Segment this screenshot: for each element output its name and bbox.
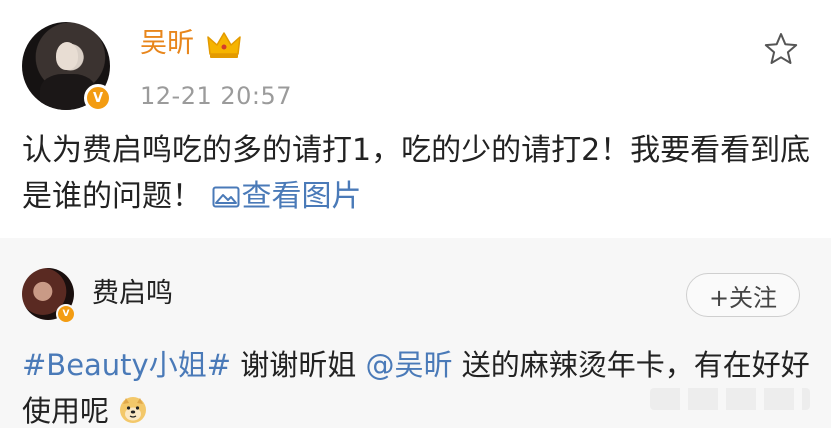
- image-icon: [212, 186, 240, 208]
- repost-text-a: 谢谢昕姐: [231, 348, 366, 382]
- reposted-card[interactable]: V 费启鸣 +关注 #Beauty小姐# 谢谢昕姐 @吴昕 送的麻辣烫年卡，有在…: [0, 238, 831, 428]
- watermark: [650, 388, 810, 410]
- repost-author-username[interactable]: 费启鸣: [92, 276, 173, 312]
- repost-verified-badge-icon: V: [56, 304, 76, 324]
- author-avatar[interactable]: V: [22, 22, 112, 112]
- post-timestamp: 12-21 20:57: [140, 82, 293, 110]
- post-content: 认为费启鸣吃的多的请打1，吃的少的请打2！我要看看到底是谁的问题！ 查看图片: [22, 128, 812, 220]
- doge-emoji-icon: [120, 397, 147, 423]
- view-image-link[interactable]: 查看图片: [212, 179, 362, 214]
- view-image-label: 查看图片: [241, 179, 362, 214]
- follow-button[interactable]: +关注: [686, 273, 800, 317]
- star-icon[interactable]: [762, 30, 800, 68]
- verified-badge-icon: V: [84, 84, 112, 112]
- topic-hashtag-link[interactable]: #Beauty小姐#: [22, 348, 231, 382]
- post-body-text: 认为费启鸣吃的多的请打1，吃的少的请打2！我要看看到底是谁的问题！: [22, 133, 811, 214]
- author-username[interactable]: 吴昕: [140, 26, 194, 62]
- crown-icon: [207, 32, 241, 58]
- weibo-post: V 吴昕 12-21 20:57 认为费启鸣吃的多的请打1，吃的少的请打2！我要…: [0, 0, 831, 238]
- mention-link[interactable]: @吴昕: [365, 348, 452, 382]
